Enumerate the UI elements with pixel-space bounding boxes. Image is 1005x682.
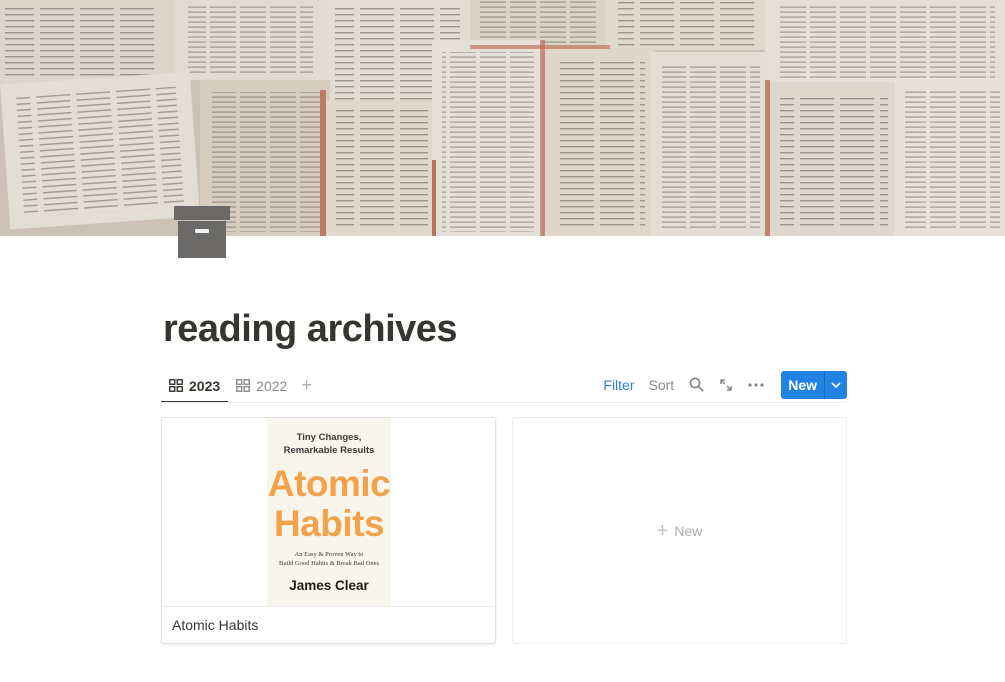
- new-card-label: New: [674, 522, 703, 539]
- view-tabs: 2023 2022 +: [161, 368, 318, 403]
- more-icon: [748, 382, 764, 387]
- view-bar-divider: [161, 402, 847, 403]
- gallery-icon: [236, 379, 251, 392]
- filter-button[interactable]: Filter: [596, 377, 641, 393]
- archive-box-icon[interactable]: [172, 204, 232, 260]
- book-tagline: An Easy & Proven Way to Build Good Habit…: [278, 551, 380, 567]
- expand-button[interactable]: [713, 372, 739, 398]
- tab-2023[interactable]: 2023: [161, 368, 229, 403]
- book-cover-image: Tiny Changes, Remarkable Results Atomic …: [267, 418, 391, 606]
- new-card-button[interactable]: + New: [512, 417, 847, 644]
- view-actions: Filter Sort New: [596, 368, 847, 401]
- card-title[interactable]: Atomic Habits: [172, 617, 258, 633]
- chevron-down-icon: [831, 381, 841, 388]
- new-button[interactable]: New: [781, 370, 824, 399]
- page-cover: [0, 0, 1005, 236]
- tab-label: 2022: [256, 377, 288, 394]
- more-button[interactable]: [743, 372, 769, 398]
- plus-icon: +: [656, 519, 669, 542]
- book-author: James Clear: [289, 578, 369, 593]
- book-title: Atomic Habits: [267, 463, 391, 544]
- card-cover: Tiny Changes, Remarkable Results Atomic …: [162, 418, 495, 607]
- database-view-bar: 2023 2022 + Filter Sort New: [161, 368, 847, 403]
- tab-2022[interactable]: 2022: [228, 369, 295, 402]
- gallery-card[interactable]: Tiny Changes, Remarkable Results Atomic …: [161, 417, 496, 644]
- search-button[interactable]: [683, 372, 709, 398]
- new-options-button[interactable]: [824, 370, 847, 399]
- tab-label: 2023: [189, 377, 221, 394]
- book-subtitle: Tiny Changes, Remarkable Results: [283, 432, 375, 456]
- new-button-group: New: [781, 370, 847, 399]
- add-view-button[interactable]: +: [295, 376, 318, 394]
- sort-button[interactable]: Sort: [642, 377, 682, 393]
- expand-icon: [720, 378, 732, 391]
- gallery-icon: [169, 379, 183, 392]
- search-icon: [689, 377, 704, 392]
- cover-image: [0, 0, 1005, 236]
- page-title[interactable]: reading archives: [163, 308, 458, 351]
